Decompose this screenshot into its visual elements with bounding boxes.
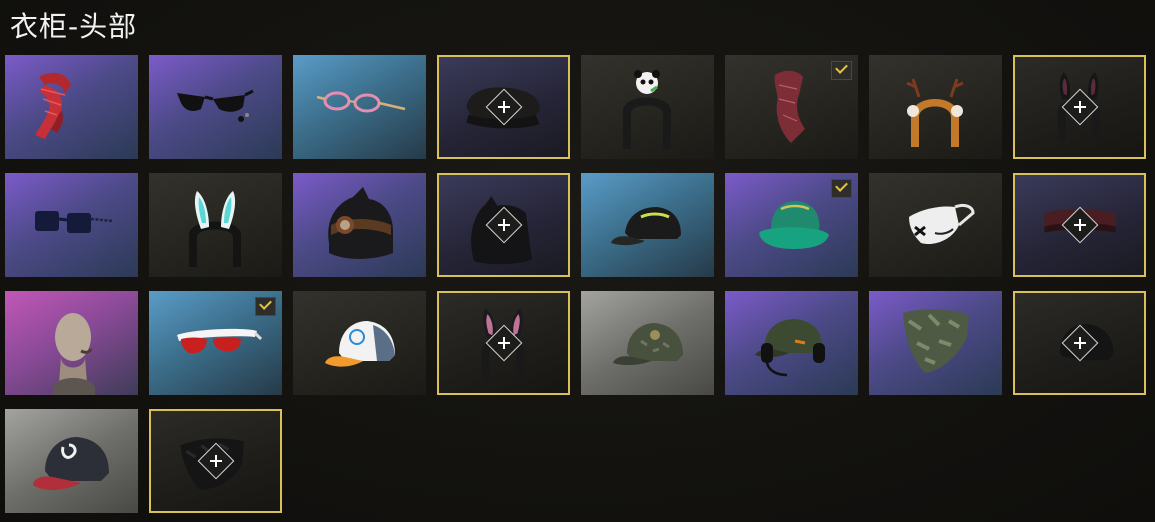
camo-cap-icon (613, 323, 683, 366)
empty-slot[interactable] (437, 173, 570, 277)
item-tile[interactable] (581, 55, 714, 159)
item-tile[interactable] (869, 173, 1002, 277)
empty-slot[interactable] (1013, 291, 1146, 395)
antler-headband-icon (906, 78, 964, 147)
item-tile[interactable] (293, 291, 426, 395)
item-tile[interactable] (293, 173, 426, 277)
item-tile[interactable] (725, 55, 858, 159)
pink-glasses-icon (316, 91, 406, 113)
page-title: 衣柜-头部 (10, 10, 138, 43)
check-icon (831, 61, 852, 80)
empty-slot[interactable] (437, 55, 570, 159)
item-tile[interactable] (581, 291, 714, 395)
cat-eye-sunglasses-icon (177, 89, 254, 122)
panda-headband-icon (623, 70, 671, 149)
item-tile[interactable] (149, 291, 282, 395)
item-tile[interactable] (725, 291, 858, 395)
face-mask-icon (909, 203, 975, 245)
item-tile[interactable] (5, 409, 138, 513)
check-icon (831, 179, 852, 198)
item-tile[interactable] (869, 291, 1002, 395)
cat-beanie-goggles-icon (328, 187, 393, 259)
item-tile[interactable] (725, 173, 858, 277)
empty-slot[interactable] (149, 409, 282, 513)
item-tile[interactable] (581, 173, 714, 277)
trucker-cap-icon (325, 321, 395, 367)
red-cap-icon (33, 437, 109, 491)
baseball-cap-icon (611, 207, 681, 246)
wardrobe-screen: 衣柜-头部 (0, 0, 1155, 522)
item-tile[interactable] (149, 55, 282, 159)
item-tile[interactable] (869, 55, 1002, 159)
item-tile[interactable] (5, 173, 138, 277)
square-sunglasses-icon (35, 211, 114, 233)
glowing-bunny-ears-icon (189, 191, 241, 267)
empty-slot[interactable] (437, 291, 570, 395)
headset-cap-icon (755, 319, 825, 377)
item-grid (5, 55, 1151, 515)
bald-head-icon (53, 313, 95, 395)
check-icon (255, 297, 276, 316)
empty-slot[interactable] (1013, 55, 1146, 159)
camo-mask-icon (903, 309, 969, 373)
empty-slot[interactable] (1013, 173, 1146, 277)
item-tile[interactable] (293, 55, 426, 159)
item-tile[interactable] (5, 291, 138, 395)
item-tile[interactable] (149, 173, 282, 277)
red-scarf-icon (35, 72, 71, 139)
item-tile[interactable] (5, 55, 138, 159)
